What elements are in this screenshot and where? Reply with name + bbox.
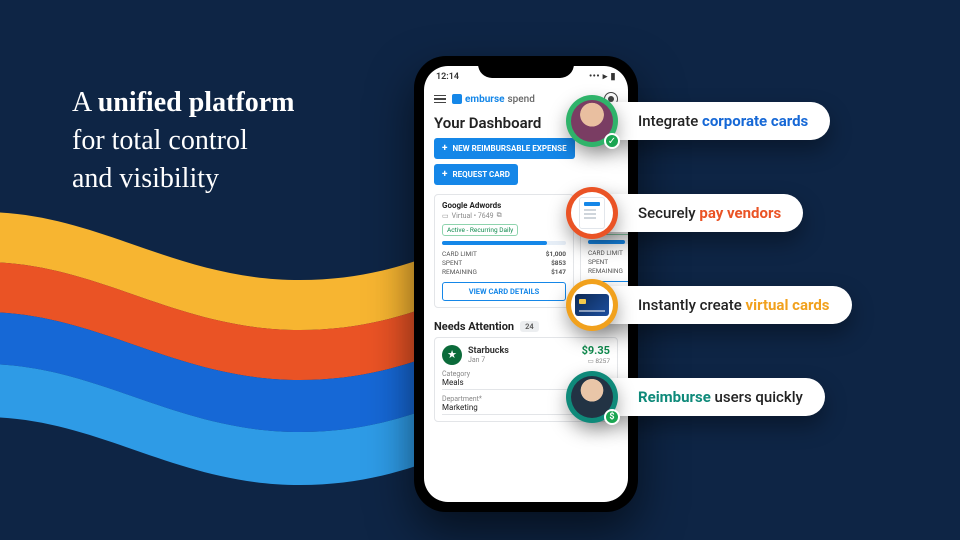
card-progress (442, 241, 566, 245)
feature-badge (566, 187, 618, 239)
headline-line2: for total control (72, 122, 294, 160)
transaction-date: Jan 7 (468, 356, 509, 364)
merchant-logo-icon: ★ (442, 345, 462, 365)
spend-card[interactable]: Google Adwords ▭ Virtual • 7649 ⧉ Active… (434, 194, 574, 308)
menu-icon[interactable] (434, 95, 446, 104)
brand-logo: emburse spend (452, 94, 535, 105)
feature-list: ✓ Integrate corporate cards Securely pay… (592, 96, 852, 422)
feature-corporate-cards: ✓ Integrate corporate cards (592, 96, 852, 146)
plus-icon: + (442, 171, 447, 179)
feature-badge: ✓ (566, 95, 618, 147)
dollar-icon: $ (604, 409, 620, 425)
feature-badge: $ (566, 371, 618, 423)
new-expense-button[interactable]: + NEW REIMBURSABLE EXPENSE (434, 138, 575, 159)
needs-attention-count: 24 (520, 321, 539, 332)
feature-virtual-cards: Instantly create virtual cards (592, 280, 852, 330)
new-expense-label: NEW REIMBURSABLE EXPENSE (452, 144, 566, 153)
card-status: Active - Recurring Daily (442, 224, 518, 236)
headline: A unified platform for total control and… (72, 84, 294, 197)
brand-mark-icon (452, 94, 462, 104)
brand-name: emburse (465, 94, 505, 105)
card-meta: ▭ Virtual • 7649 ⧉ (442, 211, 566, 220)
feature-pill: Instantly create virtual cards (592, 286, 852, 324)
status-time: 12:14 (436, 72, 459, 82)
headline-line3: and visibility (72, 160, 294, 198)
phone-notch (478, 56, 574, 78)
plus-icon: + (442, 145, 447, 153)
brand-sub: spend (508, 94, 535, 105)
headline-line1-bold: unified platform (98, 87, 295, 118)
needs-attention-title: Needs Attention (434, 320, 514, 333)
invoice-icon (579, 197, 605, 229)
view-card-details-button[interactable]: VIEW CARD DETAILS (442, 282, 566, 301)
feature-reimburse: $ Reimburse users quickly (592, 372, 852, 422)
feature-pill: Reimburse users quickly (592, 378, 825, 416)
feature-pill: Securely pay vendors (592, 194, 803, 232)
feature-badge (566, 279, 618, 331)
feature-pill: Integrate corporate cards (592, 102, 830, 140)
merchant-name: Starbucks (468, 346, 509, 356)
request-card-label: REQUEST CARD (452, 170, 510, 179)
card-metrics: CARD LIMIT$1,000 SPENT$853 REMAINING$147 (442, 250, 566, 276)
headline-line1-prefix: A (72, 87, 98, 118)
status-indicators: ••• ▸ ▮ (589, 72, 616, 82)
feature-pay-vendors: Securely pay vendors (592, 188, 852, 238)
checkmark-icon: ✓ (604, 133, 620, 149)
card-icon (575, 294, 609, 316)
request-card-button[interactable]: + REQUEST CARD (434, 164, 518, 185)
card-title: Google Adwords (442, 201, 566, 210)
